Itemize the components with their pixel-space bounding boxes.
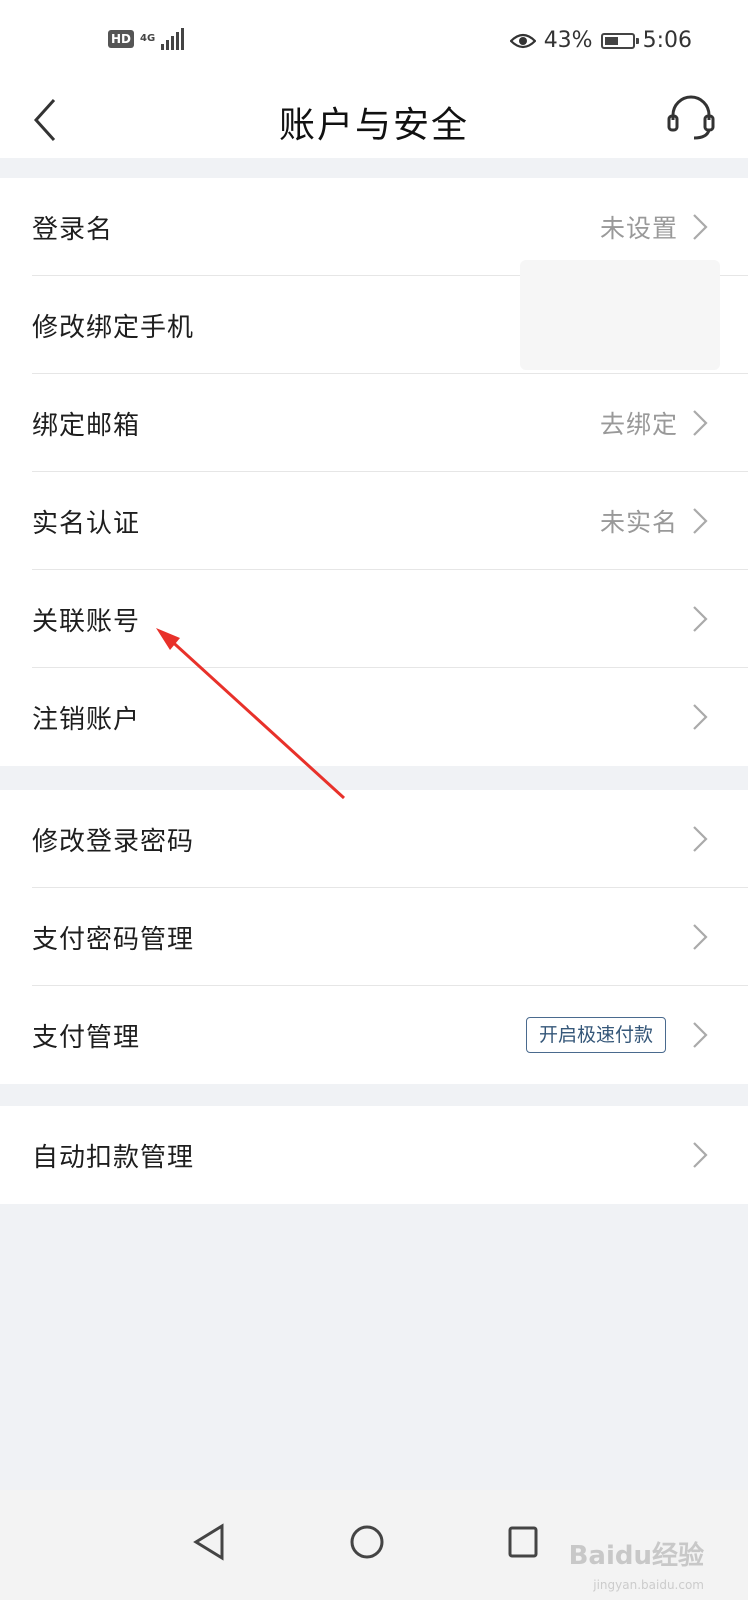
password-group: 修改登录密码 支付密码管理 支付管理 开启极速付款 xyxy=(0,790,748,1084)
row-label: 关联账号 xyxy=(32,606,141,637)
chevron-right-icon xyxy=(693,924,708,950)
blurred-region xyxy=(520,260,720,370)
row-real-name[interactable]: 实名认证 未实名 xyxy=(0,472,748,570)
chevron-right-icon xyxy=(693,606,708,632)
row-value: 去绑定 xyxy=(599,410,678,439)
clock: 5:06 xyxy=(642,28,692,53)
row-label: 修改绑定手机 xyxy=(32,312,195,343)
battery-icon xyxy=(600,32,639,49)
status-left: HD 4G xyxy=(108,28,185,50)
row-label: 注销账户 xyxy=(32,704,141,735)
row-linked-accounts[interactable]: 关联账号 xyxy=(0,570,748,668)
row-payment-management[interactable]: 支付管理 开启极速付款 xyxy=(0,986,748,1084)
chevron-right-icon xyxy=(693,214,708,240)
row-value: 未设置 xyxy=(599,214,678,243)
system-nav-bar: Baidu经验 jingyan.baidu.com xyxy=(0,1490,748,1600)
row-label: 实名认证 xyxy=(32,508,141,539)
hd-badge: HD xyxy=(108,30,135,48)
row-close-account[interactable]: 注销账户 xyxy=(0,668,748,766)
status-right: 43% 5:06 xyxy=(509,28,692,53)
nav-back-icon[interactable] xyxy=(192,1522,226,1562)
autopay-group: 自动扣款管理 xyxy=(0,1106,748,1204)
row-label: 登录名 xyxy=(32,214,114,245)
chevron-right-icon xyxy=(693,1022,708,1048)
chevron-right-icon xyxy=(693,826,708,852)
row-bind-email[interactable]: 绑定邮箱 去绑定 xyxy=(0,374,748,472)
row-label: 支付管理 xyxy=(32,1022,141,1053)
row-label: 支付密码管理 xyxy=(32,924,195,955)
eye-icon xyxy=(509,33,536,48)
row-pay-password[interactable]: 支付密码管理 xyxy=(0,888,748,986)
page-title: 账户与安全 xyxy=(278,105,469,146)
watermark: Baidu经验 xyxy=(568,1541,704,1571)
battery-percent: 43% xyxy=(543,28,593,53)
nav-home-icon[interactable] xyxy=(348,1522,386,1562)
row-auto-deduction[interactable]: 自动扣款管理 xyxy=(0,1106,748,1204)
nav-header: 账户与安全 xyxy=(0,88,748,158)
network-type: 4G xyxy=(140,33,156,44)
chevron-right-icon xyxy=(693,704,708,730)
row-value: 未实名 xyxy=(599,508,678,537)
fast-pay-badge[interactable]: 开启极速付款 xyxy=(525,1017,666,1053)
row-change-password[interactable]: 修改登录密码 xyxy=(0,790,748,888)
row-label: 自动扣款管理 xyxy=(32,1142,195,1173)
watermark-sub: jingyan.baidu.com xyxy=(593,1578,704,1592)
customer-service-icon[interactable] xyxy=(664,90,718,144)
chevron-right-icon xyxy=(693,410,708,436)
signal-icon xyxy=(161,28,185,50)
chevron-right-icon xyxy=(693,1142,708,1168)
chevron-right-icon xyxy=(693,508,708,534)
row-label: 修改登录密码 xyxy=(32,826,195,857)
status-bar: HD 4G 43% 5:06 xyxy=(0,0,748,88)
nav-recents-icon[interactable] xyxy=(506,1522,540,1562)
row-label: 绑定邮箱 xyxy=(32,410,141,441)
